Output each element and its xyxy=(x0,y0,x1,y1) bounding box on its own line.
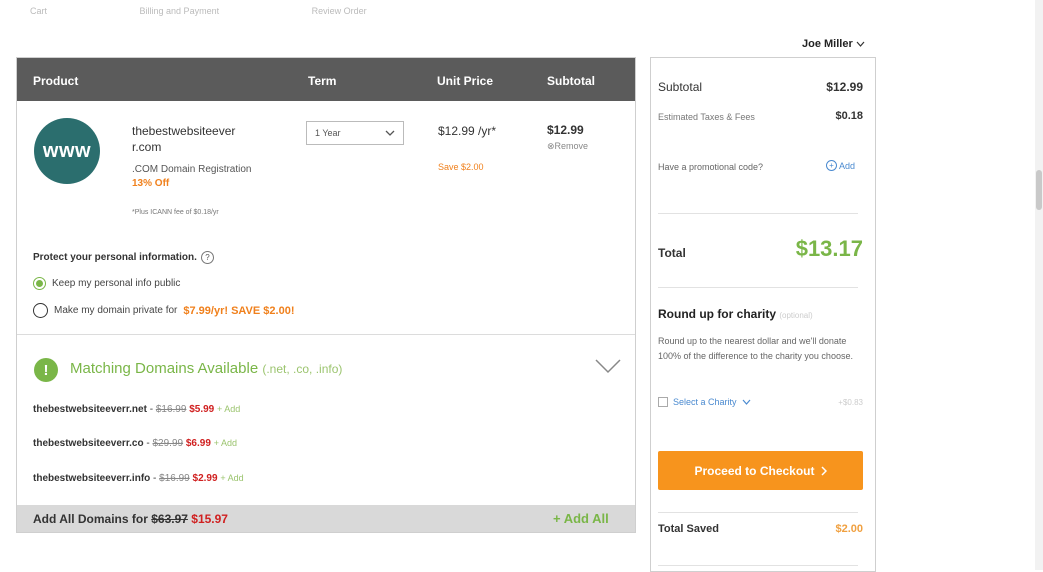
domain-old-price: $16.99 xyxy=(155,404,187,415)
domain-name: thebestwebsiteeverr.co xyxy=(33,438,144,449)
domain-price: $5.99 xyxy=(189,404,215,415)
alert-icon: ! xyxy=(34,358,58,382)
chevron-right-icon xyxy=(820,465,827,476)
charity-description: Round up to the nearest dollar and we'll… xyxy=(658,336,853,361)
term-value: 1 Year xyxy=(315,128,341,138)
chevron-down-icon xyxy=(385,130,395,136)
step-review: Review Order xyxy=(311,6,367,16)
step-billing: Billing and Payment xyxy=(139,6,220,16)
privacy-public-option[interactable]: Keep my personal info public xyxy=(33,277,180,290)
step-cart: Cart xyxy=(30,6,48,16)
add-all-price: $15.97 xyxy=(191,512,228,526)
matching-subtitle: (.net, .co, .info) xyxy=(262,362,343,376)
scrollbar-thumb[interactable] xyxy=(1036,170,1042,210)
charity-select-label: Select a Charity xyxy=(673,397,737,407)
chevron-down-icon xyxy=(742,399,750,405)
charity-amount: +$0.83 xyxy=(838,398,863,407)
product-name: thebestwebsiteever r.com xyxy=(132,124,236,154)
privacy-title: Protect your personal information. ? xyxy=(33,251,214,264)
domain-price: $6.99 xyxy=(185,438,211,449)
unit-save: Save $2.00 xyxy=(438,162,484,172)
total-saved-value: $2.00 xyxy=(835,523,863,535)
domain-row: thebestwebsiteeverr.net - $16.99 $5.99 +… xyxy=(33,404,241,415)
domain-name: thebestwebsiteeverr.info xyxy=(33,473,151,484)
total-value: $13.17 xyxy=(795,236,863,261)
unit-price: $12.99 /yr* xyxy=(438,124,497,138)
column-product: Product xyxy=(33,74,79,88)
summary-divider xyxy=(658,512,858,513)
privacy-private-option[interactable]: Make my domain private for $7.99/yr! SAV… xyxy=(33,303,294,318)
charity-select[interactable]: Select a Charity xyxy=(658,397,751,407)
domain-row: thebestwebsiteeverr.info - $16.99 $2.99 … xyxy=(33,473,244,484)
proceed-to-checkout-button[interactable]: Proceed to Checkout xyxy=(658,451,863,490)
summary-divider xyxy=(658,287,858,288)
domain-row: thebestwebsiteeverr.co - $29.99 $6.99 + … xyxy=(33,438,237,449)
icann-fee-note: *Plus ICANN fee of $0.18/yr xyxy=(132,209,219,216)
summary-divider xyxy=(658,565,858,566)
promo-add-label: Add xyxy=(839,160,856,171)
add-domain-link[interactable]: + Add xyxy=(217,404,240,414)
domain-price: $2.99 xyxy=(192,473,218,484)
charity-title-text: Round up for charity xyxy=(658,307,776,321)
chevron-down-icon xyxy=(856,41,865,47)
column-unit-price: Unit Price xyxy=(437,74,494,88)
add-all-prefix: Add All Domains for xyxy=(33,512,148,526)
radio-icon[interactable] xyxy=(33,303,48,318)
total-saved-label: Total Saved xyxy=(658,523,719,535)
term-select[interactable]: 1 Year xyxy=(306,121,404,145)
remove-button[interactable]: ⊗Remove xyxy=(547,141,588,152)
matching-domains-title: Matching Domains Available (.net, .co, .… xyxy=(70,360,342,377)
help-icon[interactable]: ? xyxy=(200,251,214,264)
domain-logo: www xyxy=(34,118,100,184)
privacy-public-label: Keep my personal info public xyxy=(52,278,181,289)
add-domain-link[interactable]: + Add xyxy=(220,473,243,483)
add-all-button[interactable]: + Add All xyxy=(553,511,609,526)
domain-old-price: $29.99 xyxy=(152,438,184,449)
remove-icon: ⊗ xyxy=(547,141,555,151)
matching-title-text: Matching Domains Available xyxy=(70,360,259,377)
chevron-down-icon[interactable] xyxy=(595,358,621,374)
radio-selected-icon[interactable] xyxy=(33,277,46,290)
privacy-private-price: $7.99/yr! SAVE $2.00! xyxy=(183,304,295,317)
domain-name: thebestwebsiteeverr.net xyxy=(33,404,147,415)
column-subtotal: Subtotal xyxy=(547,74,595,88)
total-label: Total xyxy=(658,246,686,260)
summary-divider xyxy=(658,213,858,214)
cart-panel: Product Term Unit Price Subtotal www the… xyxy=(16,57,636,533)
remove-label: Remove xyxy=(554,141,589,151)
charity-optional: (optional) xyxy=(779,311,813,320)
divider xyxy=(17,334,635,335)
plus-circle-icon: + xyxy=(826,160,837,171)
column-term: Term xyxy=(308,74,337,88)
summary-subtotal-label: Subtotal xyxy=(658,80,703,94)
checkout-label: Proceed to Checkout xyxy=(694,463,815,478)
add-all-text: Add All Domains for $63.97 $15.97 xyxy=(33,512,228,526)
page-scrollbar[interactable] xyxy=(1035,0,1043,570)
cart-header: Product Term Unit Price Subtotal xyxy=(17,58,635,101)
user-menu[interactable]: Joe Miller xyxy=(802,38,865,50)
charity-title: Round up for charity (optional) xyxy=(658,307,813,321)
domain-old-price: $16.99 xyxy=(159,473,190,484)
promo-add-button[interactable]: + Add xyxy=(826,160,855,171)
taxes-value: $0.18 xyxy=(835,110,863,122)
item-subtotal: $12.99 xyxy=(547,123,584,137)
privacy-title-text: Protect your personal information. xyxy=(33,252,197,263)
summary-subtotal-value: $12.99 xyxy=(826,80,863,94)
add-domain-link[interactable]: + Add xyxy=(214,438,237,448)
taxes-label: Estimated Taxes & Fees xyxy=(658,112,755,122)
user-name: Joe Miller xyxy=(802,38,853,50)
discount-badge: 13% Off xyxy=(132,178,170,189)
privacy-private-label: Make my domain private for xyxy=(54,305,178,316)
add-all-old-price: $63.97 xyxy=(151,512,188,526)
charity-checkbox[interactable] xyxy=(658,397,668,407)
checkout-steps: Cart Billing and Payment Review Order xyxy=(30,6,457,16)
product-description: .COM Domain Registration xyxy=(132,164,252,175)
promo-label: Have a promotional code? xyxy=(658,162,764,172)
